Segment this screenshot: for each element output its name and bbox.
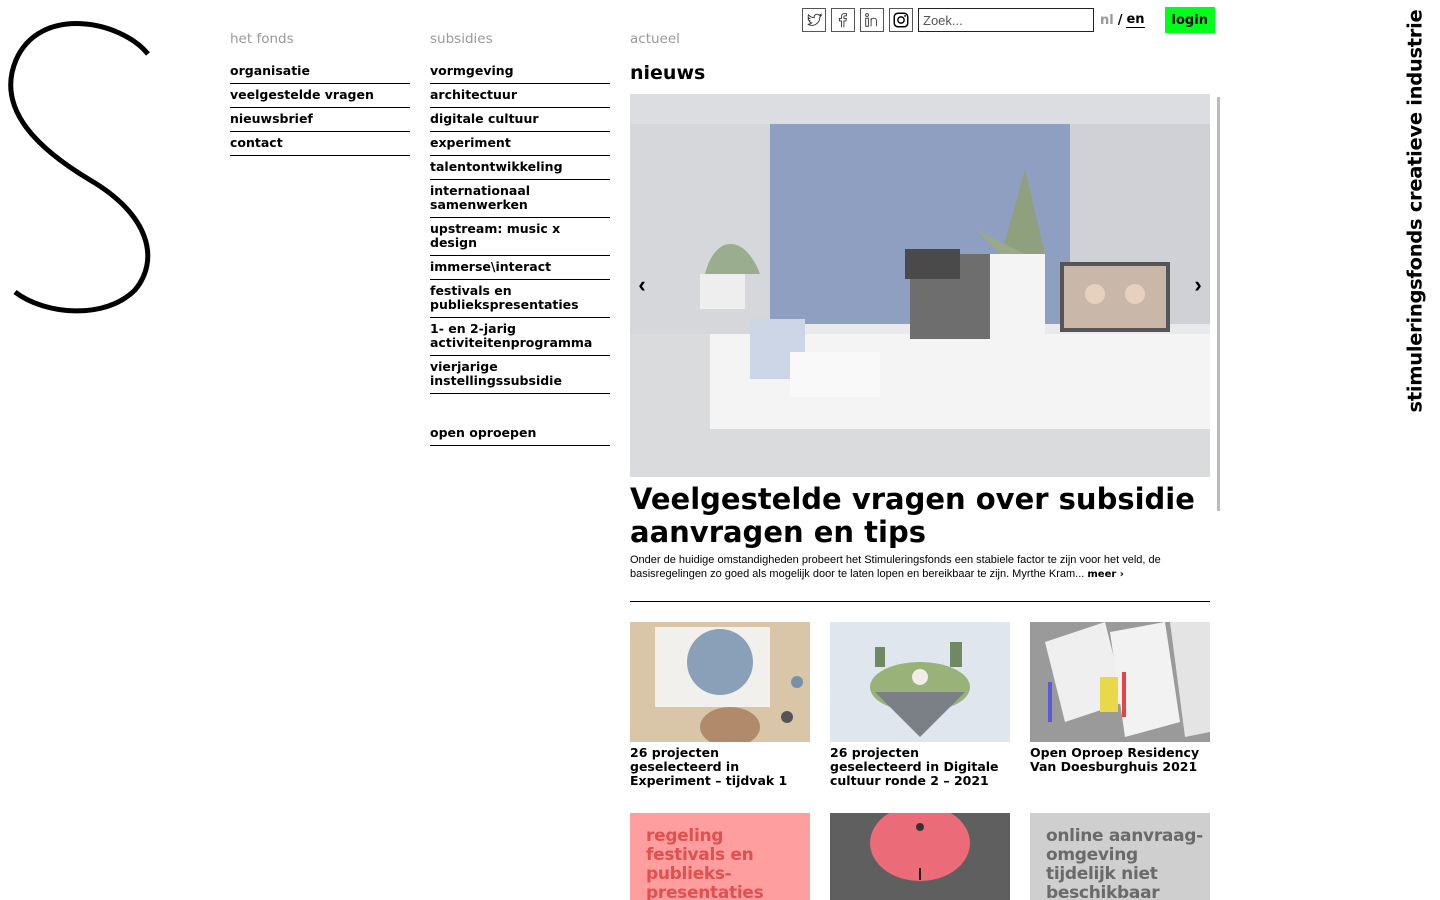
nav-subsidies: subsidies vormgeving architectuur digita… [430, 31, 610, 446]
news-card-residency[interactable]: Open Oproep Residency Van Doesburghuis 2… [1030, 622, 1210, 774]
nav-item-upstream[interactable]: upstream: music x design [430, 218, 610, 256]
facebook-icon[interactable] [831, 8, 855, 32]
news-carousel[interactable]: ‹ › [630, 94, 1210, 477]
card-caption[interactable]: 26 projecten geselecteerd in Digitale cu… [830, 746, 1010, 788]
carousel-scrollbar[interactable] [1217, 97, 1220, 511]
nav-heading-actueel[interactable]: actueel [630, 31, 680, 47]
nav-item-veelgestelde-vragen[interactable]: veelgestelde vragen [230, 84, 410, 108]
news-summary-text: Onder de huidige omstandigheden probeert… [630, 554, 1161, 580]
brand-vertical-name: stimuleringsfonds creatieve industrie [1403, 9, 1427, 413]
carousel-next-button[interactable]: › [1188, 270, 1208, 300]
tile-online-aanvraag[interactable]: online aanvraag-omgeving tijdelijk niet … [1030, 813, 1210, 900]
twitter-icon[interactable] [802, 8, 826, 32]
card-caption[interactable]: 26 projecten geselecteerd in Experiment … [630, 746, 810, 788]
nav-item-activiteitenprogramma[interactable]: 1- en 2-jarig activiteitenprogramma [430, 318, 610, 356]
top-bar: nl / en login [802, 7, 1215, 33]
nav-item-nieuwsbrief[interactable]: nieuwsbrief [230, 108, 410, 132]
instagram-icon[interactable] [889, 8, 913, 32]
nav-item-architectuur[interactable]: architectuur [430, 84, 610, 108]
news-card-digitale-cultuur[interactable]: 26 projecten geselecteerd in Digitale cu… [830, 622, 1010, 788]
news-headline[interactable]: Veelgestelde vragen over subsidie aanvra… [630, 483, 1210, 549]
news-summary: Onder de huidige omstandigheden probeert… [630, 553, 1210, 582]
divider [630, 601, 1210, 602]
nav-item-experiment[interactable]: experiment [430, 132, 610, 156]
lang-separator: / [1117, 12, 1123, 28]
read-more-link[interactable]: meer › [1087, 569, 1124, 580]
linkedin-icon[interactable] [860, 8, 884, 32]
logo-s[interactable] [0, 10, 165, 320]
news-section-title: nieuws [630, 62, 706, 84]
nav-item-organisatie[interactable]: organisatie [230, 60, 410, 84]
nav-item-talentontwikkeling[interactable]: talentontwikkeling [430, 156, 610, 180]
nav-heading-het-fonds[interactable]: het fonds [230, 31, 410, 47]
nav-item-internationaal-samenwerken[interactable]: internationaal samenwerken [430, 180, 610, 218]
card-caption[interactable]: Open Oproep Residency Van Doesburghuis 2… [1030, 746, 1210, 774]
news-card-experiment[interactable]: 26 projecten geselecteerd in Experiment … [630, 622, 810, 788]
nav-actueel: actueel [630, 31, 680, 60]
tile-image-graphic [830, 813, 1010, 900]
carousel-prev-button[interactable]: ‹ [632, 270, 652, 300]
nav-item-instellingssubsidie[interactable]: vierjarige instellingssubsidie [430, 356, 610, 394]
tile-text: regeling festivals en publieks-presentat… [646, 826, 764, 900]
tile-text: online aanvraag-omgeving tijdelijk niet … [1046, 826, 1203, 900]
nav-item-contact[interactable]: contact [230, 132, 410, 156]
lang-nl-link[interactable]: nl [1100, 13, 1114, 28]
nav-het-fonds: het fonds organisatie veelgestelde vrage… [230, 31, 410, 156]
hero-image [630, 94, 1210, 477]
nav-item-immerse-interact[interactable]: immerse\interact [430, 256, 610, 280]
card-image [630, 622, 810, 742]
nav-item-festivals[interactable]: festivals en publiekspresentaties [430, 280, 610, 318]
tile-festivals[interactable]: regeling festivals en publieks-presentat… [630, 813, 810, 900]
language-switcher: nl / en [1100, 12, 1145, 28]
nav-heading-subsidies[interactable]: subsidies [430, 31, 610, 47]
card-image [1030, 622, 1210, 742]
nav-item-open-oproepen[interactable]: open oproepen [430, 422, 610, 446]
card-image [830, 622, 1010, 742]
nav-item-digitale-cultuur[interactable]: digitale cultuur [430, 108, 610, 132]
lang-en-link[interactable]: en [1126, 12, 1145, 28]
login-button[interactable]: login [1164, 7, 1215, 33]
search-input[interactable] [918, 8, 1094, 32]
nav-item-vormgeving[interactable]: vormgeving [430, 60, 610, 84]
tile-image[interactable] [830, 813, 1010, 900]
